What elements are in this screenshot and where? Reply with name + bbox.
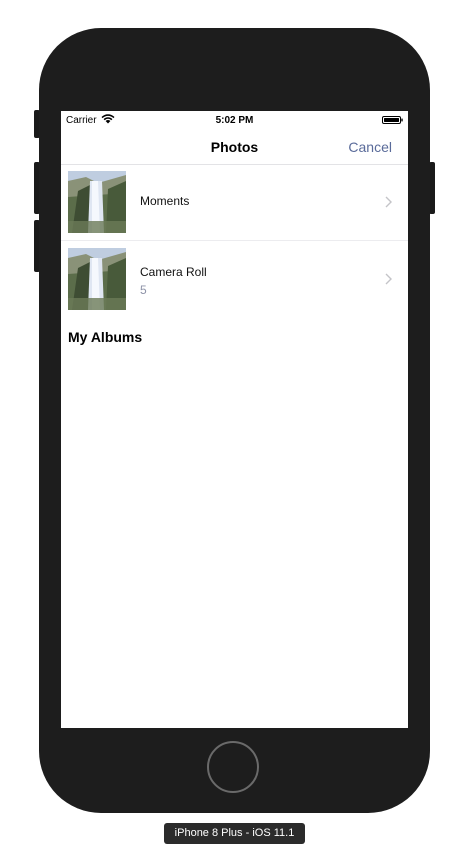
album-thumbnail [68,171,126,233]
battery-icon [382,116,403,124]
device-label: iPhone 8 Plus - iOS 11.1 [164,823,305,844]
album-count: 5 [140,283,147,297]
cancel-button[interactable]: Cancel [348,139,392,155]
album-thumbnail [68,248,126,310]
album-row-moments[interactable]: Moments [61,165,408,241]
section-header-my-albums: My Albums [68,329,143,345]
navigation-bar: Photos Cancel [61,129,408,165]
album-row-camera-roll[interactable]: Camera Roll 5 [61,242,408,318]
phone-screen: Carrier 5:02 PM Photos Cancel Moments Ca… [61,111,408,728]
status-bar: Carrier 5:02 PM [61,111,408,129]
chevron-right-icon [385,196,392,208]
simulator-stage: Carrier 5:02 PM Photos Cancel Moments Ca… [0,0,459,865]
album-title: Moments [140,194,190,208]
home-button[interactable] [207,741,259,793]
chevron-right-icon [385,273,392,285]
status-time: 5:02 PM [215,115,254,126]
album-title: Camera Roll [140,265,207,279]
